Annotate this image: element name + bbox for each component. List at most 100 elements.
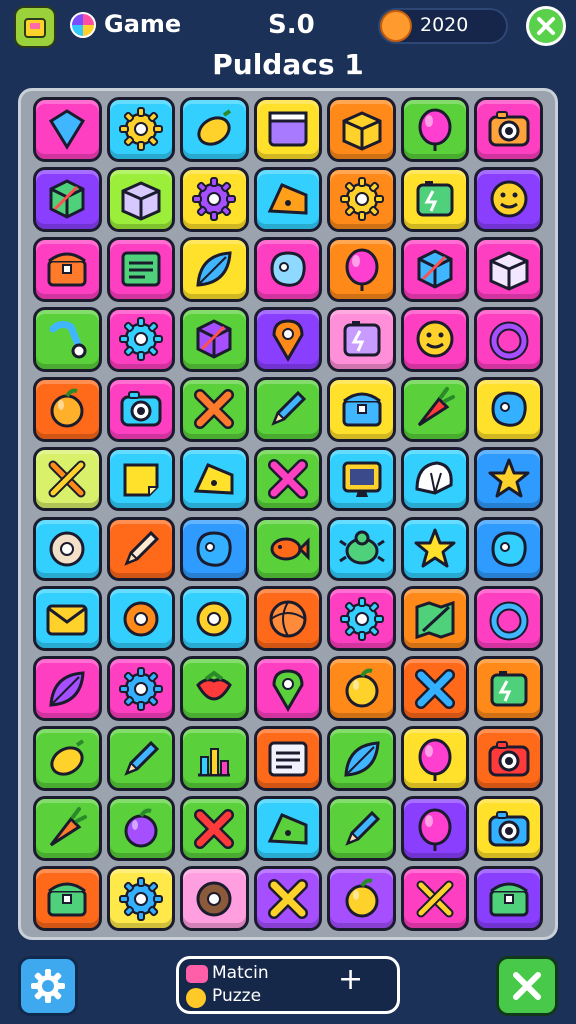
board-tile[interactable]: [253, 866, 323, 931]
board-tile[interactable]: [327, 97, 396, 162]
board-tile[interactable]: [474, 166, 543, 232]
board-tile[interactable]: [327, 306, 396, 372]
pencil-icon: [344, 810, 380, 846]
board-tile[interactable]: [400, 236, 470, 302]
board-tile[interactable]: [106, 656, 176, 722]
board-tile[interactable]: [474, 866, 543, 931]
board-tile[interactable]: [253, 446, 323, 512]
chest-icon: [489, 882, 529, 917]
board-tile[interactable]: [327, 656, 396, 722]
board-tile[interactable]: [400, 796, 470, 862]
board-tile[interactable]: [106, 866, 176, 931]
board-tile[interactable]: [180, 586, 249, 652]
cross-icon: [415, 668, 456, 709]
board-tile[interactable]: [253, 656, 323, 722]
board-tile[interactable]: [474, 656, 543, 722]
board-tile[interactable]: [327, 726, 396, 792]
board-tile[interactable]: [327, 866, 396, 931]
board-tile[interactable]: [33, 726, 102, 792]
board-tile[interactable]: [400, 376, 470, 442]
board-tile[interactable]: [180, 516, 249, 582]
board-tile[interactable]: [400, 516, 470, 582]
board-tile[interactable]: [327, 376, 396, 442]
board-tile[interactable]: [474, 306, 543, 372]
board-tile[interactable]: [33, 166, 102, 232]
board-tile[interactable]: [180, 97, 249, 162]
board-tile[interactable]: [253, 516, 323, 582]
board-tile[interactable]: [33, 97, 102, 162]
board-tile[interactable]: [474, 236, 543, 302]
box-icon: [24, 18, 46, 38]
mode-pill-button[interactable]: [176, 956, 400, 1014]
board-tile[interactable]: [106, 166, 176, 232]
board-tile[interactable]: [400, 656, 470, 722]
board-tile[interactable]: [253, 97, 323, 162]
board-tile[interactable]: [33, 586, 102, 652]
board-tile[interactable]: [327, 796, 396, 862]
gear-icon: [192, 177, 237, 222]
board-tile[interactable]: [180, 376, 249, 442]
board-tile[interactable]: [180, 866, 249, 931]
camera-icon: [120, 391, 162, 427]
board-tile[interactable]: [106, 97, 176, 162]
board-tile[interactable]: [106, 236, 176, 302]
board-tile[interactable]: [33, 306, 102, 372]
pencil-icon: [271, 390, 307, 426]
board-tile[interactable]: [327, 586, 396, 652]
board-tile[interactable]: [253, 376, 323, 442]
board-tile[interactable]: [253, 726, 323, 792]
board-tile[interactable]: [33, 796, 102, 862]
board-tile[interactable]: [400, 866, 470, 931]
carrot-icon: [417, 387, 456, 427]
board-tile[interactable]: [180, 796, 249, 862]
board-tile[interactable]: [106, 306, 176, 372]
board-tile[interactable]: [180, 446, 249, 512]
board-tile[interactable]: [106, 446, 176, 512]
board-tile[interactable]: [253, 236, 323, 302]
board-tile[interactable]: [400, 726, 470, 792]
board-tile[interactable]: [400, 446, 470, 512]
board-tile[interactable]: [400, 306, 470, 372]
board-tile[interactable]: [33, 516, 102, 582]
board-tile[interactable]: [33, 866, 102, 931]
board-tile[interactable]: [106, 376, 176, 442]
board-tile[interactable]: [474, 97, 543, 162]
board-tile[interactable]: [106, 516, 176, 582]
board-tile[interactable]: [180, 166, 249, 232]
board-tile[interactable]: [253, 166, 323, 232]
board-tile[interactable]: [474, 586, 543, 652]
board-tile[interactable]: [33, 446, 102, 512]
board-tile[interactable]: [106, 586, 176, 652]
board-tile[interactable]: [474, 796, 543, 862]
board-tile[interactable]: [400, 586, 470, 652]
board-tile[interactable]: [474, 446, 543, 512]
board-tile[interactable]: [180, 656, 249, 722]
confirm-button[interactable]: [496, 956, 558, 1016]
board-tile[interactable]: [327, 236, 396, 302]
close-button[interactable]: [526, 6, 566, 46]
board-tile[interactable]: [400, 166, 470, 232]
board-tile[interactable]: [253, 796, 323, 862]
board-tile[interactable]: [106, 796, 176, 862]
board-tile[interactable]: [253, 586, 323, 652]
board-tile[interactable]: [327, 166, 396, 232]
board-tile[interactable]: [253, 306, 323, 372]
settings-button[interactable]: [18, 956, 78, 1016]
cheese-icon: [194, 463, 234, 495]
board-tile[interactable]: [474, 516, 543, 582]
board-tile[interactable]: [180, 236, 249, 302]
board-tile[interactable]: [327, 446, 396, 512]
board-tile[interactable]: [180, 726, 249, 792]
board-tile[interactable]: [327, 516, 396, 582]
board-tile[interactable]: [33, 376, 102, 442]
board-tile[interactable]: [400, 97, 470, 162]
board-tile[interactable]: [474, 726, 543, 792]
board-tile[interactable]: [474, 376, 543, 442]
board-tile[interactable]: [180, 306, 249, 372]
board-tile[interactable]: [33, 236, 102, 302]
gear-icon: [118, 107, 163, 152]
close-icon: [513, 972, 541, 1000]
board-tile[interactable]: [106, 726, 176, 792]
menu-box-button[interactable]: [14, 6, 56, 48]
board-tile[interactable]: [33, 656, 102, 722]
